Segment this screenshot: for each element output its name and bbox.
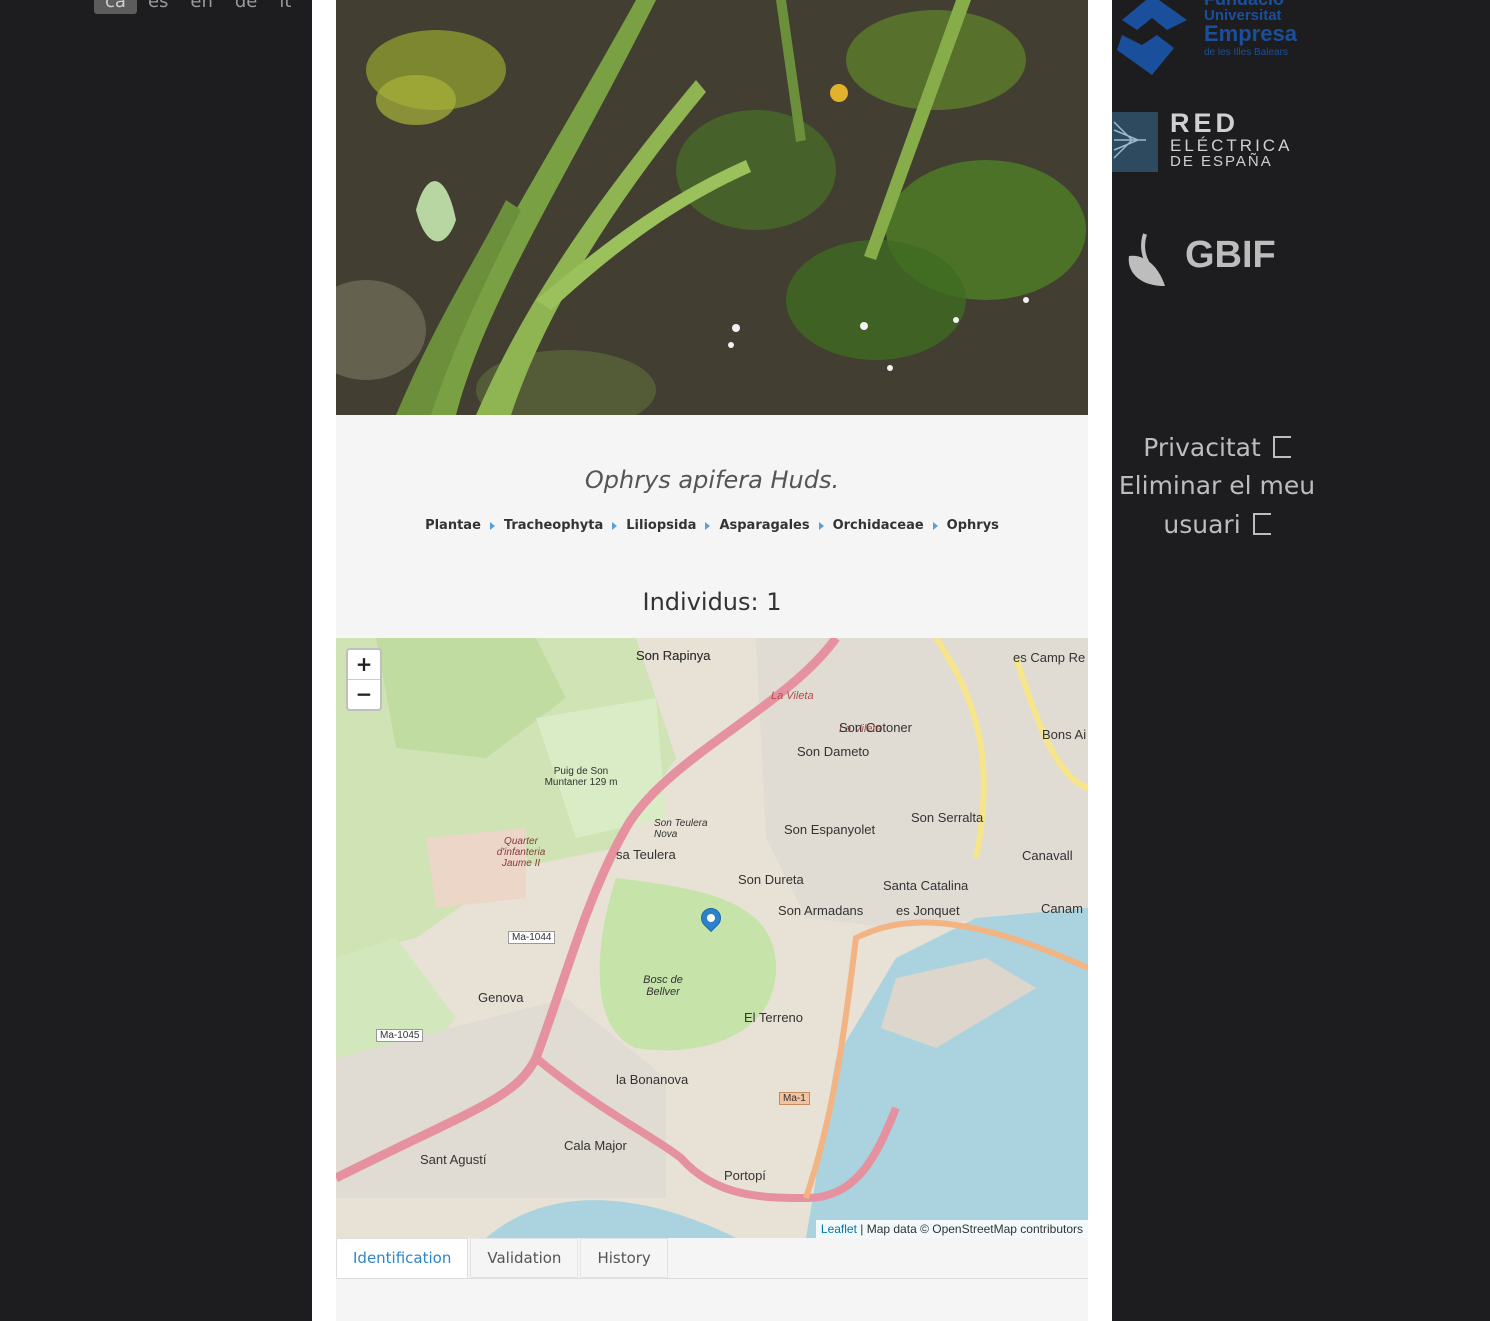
lang-ca[interactable]: ca	[94, 0, 137, 14]
map-label: Son Dameto	[797, 744, 870, 759]
map-label: Quarter d'infanteria Jaume II	[496, 836, 546, 869]
map-label: Canam	[1041, 901, 1083, 916]
map-label: Bons Ai	[1042, 727, 1087, 742]
breadcrumb-arrow-icon	[489, 521, 495, 530]
map-label: Ma-1	[779, 1092, 810, 1105]
lang-en[interactable]: en	[179, 0, 223, 14]
main-column: Ophrys apifera Huds. Plantae Tracheophyt…	[312, 0, 1112, 1321]
plant-photo-image	[336, 0, 1088, 415]
account-links: Privacitat Eliminar el meu usuari	[1112, 430, 1322, 544]
tab-history[interactable]: History	[580, 1238, 668, 1278]
individuals-count: Individus: 1	[642, 588, 782, 616]
map-label: Puig de Son Muntaner 129 m	[544, 766, 618, 788]
map-label: El Terreno	[744, 1010, 804, 1025]
breadcrumb-arrow-icon	[705, 521, 711, 530]
map-label: Ma-1045	[376, 1029, 424, 1042]
tab-identification[interactable]: Identification	[336, 1238, 469, 1278]
map-label: la Bonanova	[616, 1072, 689, 1087]
delete-user-link[interactable]: Eliminar el meu usuari	[1112, 466, 1322, 544]
map-label: Son Cotoner	[839, 720, 912, 735]
map-label: Son Serralta	[911, 810, 984, 825]
gbif-text: GBIF	[1185, 234, 1276, 276]
map-label: sa Teulera	[616, 847, 676, 862]
zoom-in-button[interactable]: +	[348, 650, 380, 679]
breadcrumb-arrow-icon	[612, 521, 618, 530]
map-label: Son Teulera Nova	[654, 818, 708, 840]
lang-es[interactable]: es	[137, 0, 179, 14]
taxonomy-breadcrumb: Plantae Tracheophyta Liliopsida Asparaga…	[336, 518, 1088, 533]
taxon-family[interactable]: Orchidaceae	[833, 518, 924, 533]
map-attribution: Leaflet | Map data © OpenStreetMap contr…	[815, 1220, 1088, 1238]
map-label: Bosc de Bellver	[643, 974, 683, 998]
map-label: Son Rapinya	[636, 648, 711, 663]
zoom-out-button[interactable]: −	[348, 679, 380, 709]
gbif-leaf-icon	[1128, 233, 1165, 286]
map-label: Son Dureta	[738, 872, 804, 887]
map-label: Sant Agustí	[420, 1152, 487, 1167]
map-label: es Jonquet	[896, 903, 960, 918]
taxon-genus[interactable]: Ophrys	[947, 518, 999, 533]
map-label: Son Armadans	[778, 903, 864, 918]
taxon-class[interactable]: Liliopsida	[626, 518, 696, 533]
taxon-kingdom[interactable]: Plantae	[425, 518, 481, 533]
ree-logo-icon	[1112, 112, 1158, 172]
map-label: Ma-1044	[508, 931, 556, 944]
map-label: Genova	[478, 990, 524, 1005]
lang-it[interactable]: it	[268, 0, 302, 14]
logout-icon	[1272, 436, 1291, 458]
map-label: Canavall	[1022, 848, 1073, 863]
logout-icon	[1252, 513, 1271, 535]
map-labels: Son Rapinya La Vileta Son Cotoner Son Da…	[336, 638, 1088, 1238]
language-selector: ca es en de it	[94, 0, 302, 14]
map-label: Son Espanyolet	[784, 822, 876, 837]
sponsor-fueib-logo[interactable]: Fundació Universitat Empresa de les Ille…	[1112, 0, 1302, 80]
breadcrumb-arrow-icon	[818, 521, 824, 530]
map-label: Portopí	[724, 1168, 766, 1183]
privacy-link[interactable]: Privacitat	[1112, 430, 1322, 466]
tab-validation[interactable]: Validation	[470, 1238, 579, 1278]
sponsor-gbif-logo[interactable]: GBIF	[1125, 228, 1276, 292]
ree-text: RED ELÉCTRICA DE ESPAÑA	[1170, 108, 1293, 170]
location-map[interactable]: Son Rapinya La Vileta Son Rapinya La Vil…	[336, 638, 1088, 1238]
fueib-text: Fundació Universitat Empresa de les Ille…	[1204, 0, 1297, 58]
leaflet-link[interactable]: Leaflet	[821, 1222, 857, 1236]
attribution-text: | Map data © OpenStreetMap contributors	[856, 1222, 1083, 1236]
map-zoom-control: + −	[346, 648, 382, 711]
map-label: Cala Major	[564, 1138, 627, 1153]
taxon-order[interactable]: Asparagales	[719, 518, 809, 533]
lang-de[interactable]: de	[224, 0, 269, 14]
breadcrumb-arrow-icon	[932, 521, 938, 530]
taxon-phylum[interactable]: Tracheophyta	[504, 518, 603, 533]
sponsor-ree-logo[interactable]: RED ELÉCTRICA DE ESPAÑA	[1112, 110, 1302, 174]
observation-card: Ophrys apifera Huds. Plantae Tracheophyt…	[336, 0, 1088, 1321]
observation-tabs: Identification Validation History	[336, 1238, 1088, 1279]
map-label: Santa Catalina	[883, 878, 969, 893]
observation-photo[interactable]	[336, 0, 1088, 415]
map-label: La Vileta	[771, 690, 814, 702]
species-name: Ophrys apifera Huds.	[584, 466, 840, 494]
map-label: es Camp Re	[1013, 650, 1086, 665]
